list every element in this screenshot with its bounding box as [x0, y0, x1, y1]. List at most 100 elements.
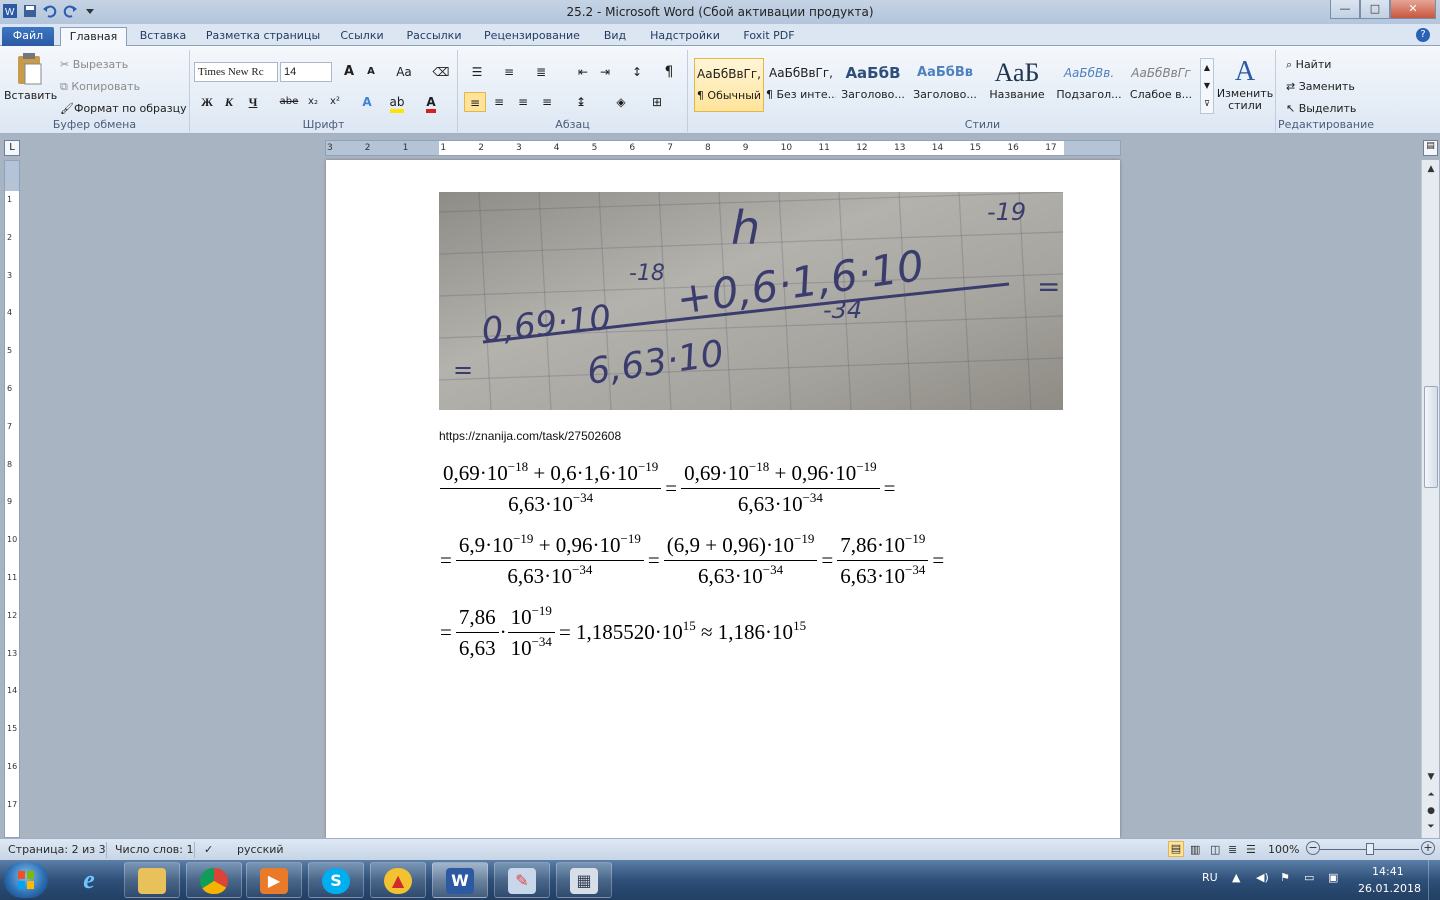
highlight-icon[interactable]: ab [386, 92, 408, 113]
power-icon[interactable]: ▭ [1304, 871, 1314, 884]
style-heading-1[interactable]: АаБбВ Заголово... [838, 58, 908, 112]
change-styles-button[interactable]: A Изменить стили [1216, 56, 1274, 112]
equation-line-1[interactable]: 0,69·10−18 + 0,6·1,6·10−19 6,63·10−34 = … [440, 458, 900, 519]
explorer-icon[interactable] [124, 862, 180, 898]
style-subtle-emphasis[interactable]: АаБбВвГг Слабое в... [1126, 58, 1196, 112]
multilevel-list-icon[interactable]: ≣ [530, 62, 552, 82]
style-normal[interactable]: АаБбВвГг, ¶ Обычный [694, 58, 764, 112]
chrome-icon[interactable] [186, 862, 242, 898]
style-title[interactable]: АаБ Название [982, 58, 1052, 112]
bullets-icon[interactable]: ☰ [466, 62, 488, 82]
horizontal-ruler[interactable]: 3 2 1 1 2 3 4 5 6 7 8 9 10 11 12 13 14 15 16 17 [325, 140, 1121, 156]
zoom-level[interactable]: 100% [1268, 843, 1299, 856]
view-ruler-icon[interactable]: ▤ [1423, 140, 1438, 156]
show-marks-button[interactable]: ¶ [658, 62, 680, 82]
style-heading-2[interactable]: АаБбВв Заголово... [910, 58, 980, 112]
minimize-button[interactable]: — [1330, 0, 1360, 19]
prev-page-icon[interactable]: ⏶ [1424, 788, 1438, 802]
align-center-icon[interactable]: ≡ [488, 92, 510, 112]
full-screen-reading-icon[interactable]: ▥ [1190, 843, 1200, 856]
borders-icon[interactable]: ⊞ [646, 92, 668, 112]
word-count[interactable]: Число слов: 1 [115, 843, 194, 856]
shrink-font-button[interactable]: A [360, 62, 382, 82]
font-color-icon[interactable]: A [420, 92, 442, 113]
tab-view[interactable]: Вид [596, 27, 634, 46]
styles-gallery-scroll[interactable]: ▲ ▼ ⊽ [1200, 58, 1214, 114]
find-button[interactable]: ⌕ Найти [1286, 58, 1331, 72]
change-case-button[interactable]: Aa [390, 62, 418, 82]
skype-icon[interactable]: S [308, 862, 364, 898]
source-link[interactable]: https://znanija.com/task/27502608 [439, 429, 621, 443]
next-page-icon[interactable]: ⏷ [1424, 820, 1438, 834]
italic-button[interactable]: К [218, 92, 240, 112]
flag-icon[interactable]: ⚑ [1280, 871, 1290, 884]
increase-indent-icon[interactable]: ⇥ [594, 62, 616, 82]
outline-icon[interactable]: ≣ [1228, 843, 1237, 856]
numbering-icon[interactable]: ≡ [498, 62, 520, 82]
help-icon[interactable]: ? [1416, 28, 1430, 42]
paint-icon[interactable]: ✎ [494, 862, 550, 898]
equation-line-3[interactable]: = 7,86 6,63 · 10−19 10−34 = 1,185520·101… [440, 602, 810, 663]
document-page[interactable]: h 0,69·10 -18 +0,6·1,6·10 -19 6,63·10 -3… [326, 160, 1120, 838]
start-button[interactable] [4, 862, 48, 898]
tab-home[interactable]: Главная [60, 27, 127, 46]
font-size-combo[interactable]: 14 [280, 62, 332, 82]
maximize-button[interactable]: □ [1360, 0, 1390, 19]
style-no-spacing[interactable]: АаБбВвГг, ¶ Без инте... [766, 58, 836, 112]
show-desktop-button[interactable] [1428, 860, 1440, 900]
vertical-ruler[interactable]: 1 2 3 4 5 6 7 8 9 10 11 12 13 14 15 16 17 [4, 160, 20, 838]
clear-format-icon[interactable]: ⌫ [430, 62, 452, 82]
grow-font-button[interactable]: A [338, 62, 360, 82]
vertical-scrollbar[interactable]: ▲ ▼ ⏶ ● ⏷ [1421, 160, 1439, 838]
superscript-button[interactable]: x² [324, 92, 346, 112]
style-subtitle[interactable]: АаБбВв. Подзагол... [1054, 58, 1124, 112]
tab-review[interactable]: Рецензирование [478, 27, 586, 46]
tab-selector-icon[interactable]: L [4, 140, 20, 156]
close-button[interactable]: ✕ [1390, 0, 1436, 19]
scroll-up-icon[interactable]: ▲ [1424, 162, 1438, 176]
align-right-icon[interactable]: ≡ [512, 92, 534, 112]
scroll-thumb[interactable] [1424, 386, 1438, 488]
word-icon[interactable]: W [432, 862, 488, 898]
clock-time[interactable]: 14:41 [1372, 865, 1404, 878]
app-triangle-icon[interactable]: ▲ [370, 862, 426, 898]
align-left-icon[interactable]: ≡ [464, 92, 486, 112]
volume-icon[interactable]: ◀) [1256, 871, 1269, 884]
copy-button[interactable]: ⧉ Копировать [60, 80, 140, 94]
show-hidden-icons[interactable]: ▲ [1232, 871, 1240, 884]
web-layout-icon[interactable]: ◫ [1210, 843, 1220, 856]
paste-button[interactable]: Вставить [4, 52, 57, 102]
tab-foxit-pdf[interactable]: Foxit PDF [736, 27, 802, 46]
bold-button[interactable]: Ж [196, 92, 218, 112]
handwritten-photo[interactable]: h 0,69·10 -18 +0,6·1,6·10 -19 6,63·10 -3… [439, 192, 1063, 410]
browse-object-icon[interactable]: ● [1424, 804, 1438, 818]
sort-icon[interactable]: ↕ [626, 62, 648, 82]
ie-icon[interactable]: e [62, 862, 118, 898]
draft-icon[interactable]: ☰ [1246, 843, 1256, 856]
media-player-icon[interactable]: ▶ [246, 862, 302, 898]
print-layout-icon[interactable]: ▤ [1168, 841, 1184, 857]
line-spacing-icon[interactable]: ↨ [570, 92, 592, 112]
subscript-button[interactable]: x₂ [302, 92, 324, 112]
decrease-indent-icon[interactable]: ⇤ [572, 62, 594, 82]
strikethrough-button[interactable]: abe [278, 92, 300, 112]
calculator-icon[interactable]: ▦ [556, 862, 612, 898]
tab-page-layout[interactable]: Разметка страницы [200, 27, 326, 46]
shading-icon[interactable]: ◈ [610, 92, 632, 112]
network-icon[interactable]: ▣ [1328, 871, 1338, 884]
tab-mailings[interactable]: Рассылки [400, 27, 468, 46]
justify-icon[interactable]: ≡ [536, 92, 558, 112]
tab-file[interactable]: Файл [2, 27, 54, 46]
cut-button[interactable]: ✂ Вырезать [60, 58, 128, 71]
equation-line-2[interactable]: = 6,9·10−19 + 0,96·10−19 6,63·10−34 = (6… [440, 530, 948, 591]
select-button[interactable]: ↖ Выделить [1286, 102, 1356, 115]
spellcheck-icon[interactable]: ✓ [204, 843, 213, 856]
page-count[interactable]: Страница: 2 из 3 [8, 843, 106, 856]
input-language[interactable]: RU [1202, 871, 1218, 884]
zoom-out-button[interactable]: − [1306, 841, 1320, 855]
clock-date[interactable]: 26.01.2018 [1358, 882, 1421, 895]
text-effects-icon[interactable]: A [356, 92, 378, 112]
font-name-combo[interactable]: Times New Rc [194, 62, 278, 82]
replace-button[interactable]: ⇄ Заменить [1286, 80, 1355, 93]
tab-references[interactable]: Ссылки [334, 27, 390, 46]
